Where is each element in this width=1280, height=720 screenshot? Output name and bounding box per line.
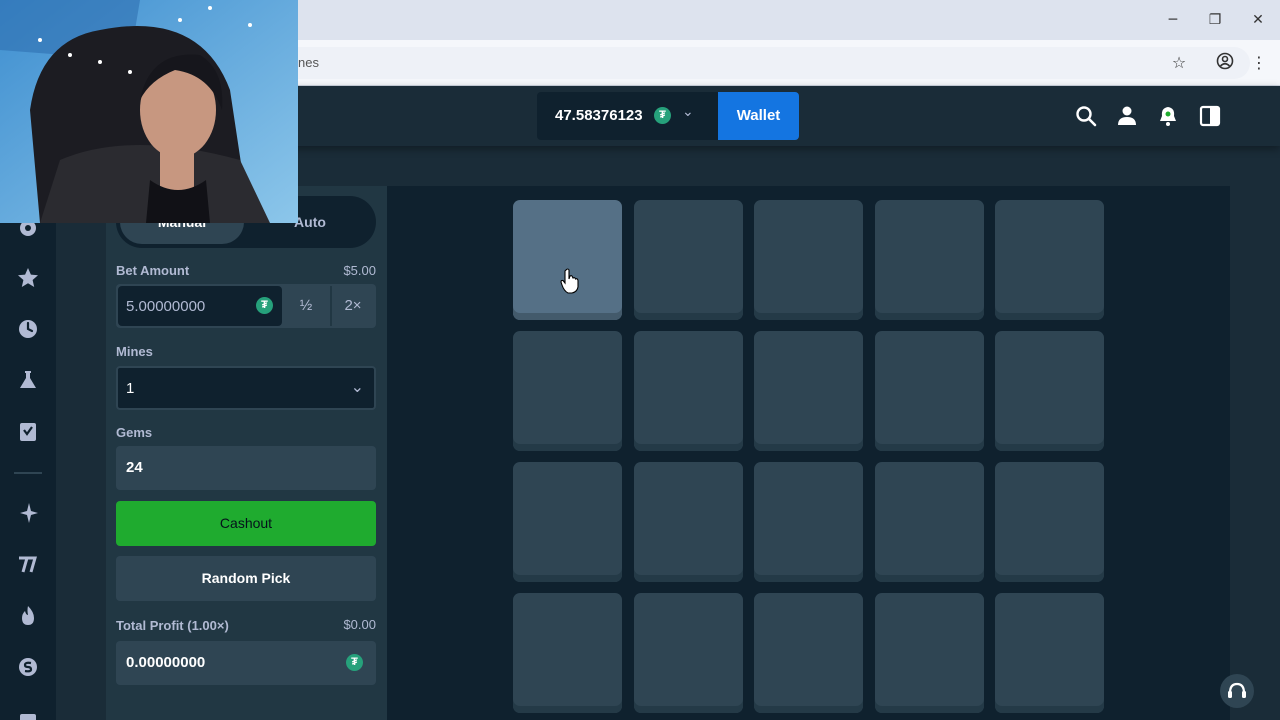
bet-amount-row: 5.00000000 ₮ ½ 2× — [116, 284, 376, 328]
sidebar-toggle-icon[interactable] — [1198, 104, 1222, 128]
headset-icon — [1228, 682, 1246, 698]
mine-tile[interactable] — [754, 593, 863, 713]
fire-icon[interactable] — [16, 604, 40, 628]
bet-amount-input[interactable]: 5.00000000 ₮ — [118, 286, 282, 326]
user-icon[interactable] — [1115, 104, 1139, 128]
webcam-overlay — [0, 0, 298, 223]
profile-icon[interactable] — [1214, 52, 1236, 74]
chevron-down-icon: ⌄ — [350, 377, 364, 396]
mine-tile[interactable] — [874, 593, 984, 713]
mines-value: 1 — [126, 380, 135, 397]
double-bet-button[interactable]: 2× — [330, 286, 374, 326]
balance-selector[interactable]: 47.58376123 ₮ ⌄ — [537, 92, 719, 140]
mine-tile[interactable] — [874, 331, 984, 451]
gems-label: Gems — [116, 425, 153, 440]
mine-tile[interactable] — [633, 331, 743, 451]
balance-amount: 47.58376123 — [555, 107, 643, 124]
half-bet-button[interactable]: ½ — [284, 286, 328, 326]
gems-field: 24 — [116, 446, 376, 490]
tether-icon: ₮ — [346, 654, 363, 671]
bet-amount-usd: $5.00 — [343, 263, 376, 278]
bet-panel: Manual Auto Bet Amount $5.00 5.00000000 … — [106, 186, 387, 720]
kebab-menu-icon[interactable]: ⋮ — [1248, 52, 1270, 74]
mine-tile[interactable] — [754, 200, 863, 320]
mine-tile[interactable] — [633, 593, 743, 713]
bet-amount-value: 5.00000000 — [126, 298, 206, 315]
mine-tile[interactable] — [633, 462, 743, 582]
mine-tile[interactable] — [995, 593, 1104, 713]
bell-icon[interactable] — [1156, 104, 1180, 128]
gems-value: 24 — [126, 459, 143, 476]
cashout-button[interactable]: Cashout — [116, 501, 376, 546]
mine-tile[interactable] — [995, 200, 1104, 320]
mine-tile[interactable] — [874, 462, 984, 582]
star-icon[interactable] — [16, 266, 40, 290]
mine-tile[interactable] — [754, 462, 863, 582]
left-sidebar — [0, 146, 56, 720]
random-pick-button[interactable]: Random Pick — [116, 556, 376, 601]
url-text: nes — [298, 55, 319, 70]
gift-icon[interactable] — [16, 706, 40, 720]
bet-amount-label: Bet Amount — [116, 263, 190, 278]
bookmark-star-icon[interactable]: ☆ — [1168, 52, 1190, 74]
total-profit-label: Total Profit (1.00×) — [116, 618, 229, 633]
close-icon[interactable]: ✕ — [1243, 8, 1273, 32]
tether-icon: ₮ — [654, 107, 671, 124]
mines-select[interactable]: 1 ⌄ — [116, 366, 376, 410]
mine-tile[interactable] — [754, 331, 863, 451]
total-profit-field: 0.00000000 ₮ — [116, 641, 376, 685]
live-support-button[interactable] — [1220, 674, 1254, 708]
mine-tile[interactable] — [513, 331, 622, 451]
mine-tile[interactable] — [874, 200, 984, 320]
webcam-person-image — [0, 0, 298, 223]
sidebar-divider — [14, 472, 42, 474]
mines-label: Mines — [116, 344, 153, 359]
stake-logo-icon[interactable] — [16, 655, 40, 679]
clock-icon[interactable] — [16, 317, 40, 341]
minimize-icon[interactable]: ─ — [1158, 8, 1188, 32]
mine-tile[interactable] — [513, 593, 622, 713]
total-profit-value: 0.00000000 — [126, 654, 206, 671]
mine-tile[interactable] — [513, 200, 622, 320]
wallet-button[interactable]: Wallet — [718, 92, 799, 140]
url-field[interactable]: nes — [250, 47, 1250, 79]
mine-tile[interactable] — [633, 200, 743, 320]
tether-icon: ₮ — [256, 297, 273, 314]
flask-icon[interactable] — [16, 368, 40, 392]
hand-cursor-icon — [560, 268, 579, 294]
chevron-down-icon: ⌄ — [682, 104, 694, 120]
mine-tile[interactable] — [995, 331, 1104, 451]
slots-icon[interactable] — [16, 553, 40, 577]
mine-tile[interactable] — [513, 462, 622, 582]
bookmark-icon[interactable] — [16, 420, 40, 444]
restore-icon[interactable]: ❐ — [1200, 8, 1230, 32]
mine-tile[interactable] — [995, 462, 1104, 582]
sparkle-icon[interactable] — [16, 501, 40, 525]
total-profit-usd: $0.00 — [343, 617, 376, 632]
mines-game-area — [387, 186, 1230, 720]
search-icon[interactable] — [1074, 104, 1098, 128]
